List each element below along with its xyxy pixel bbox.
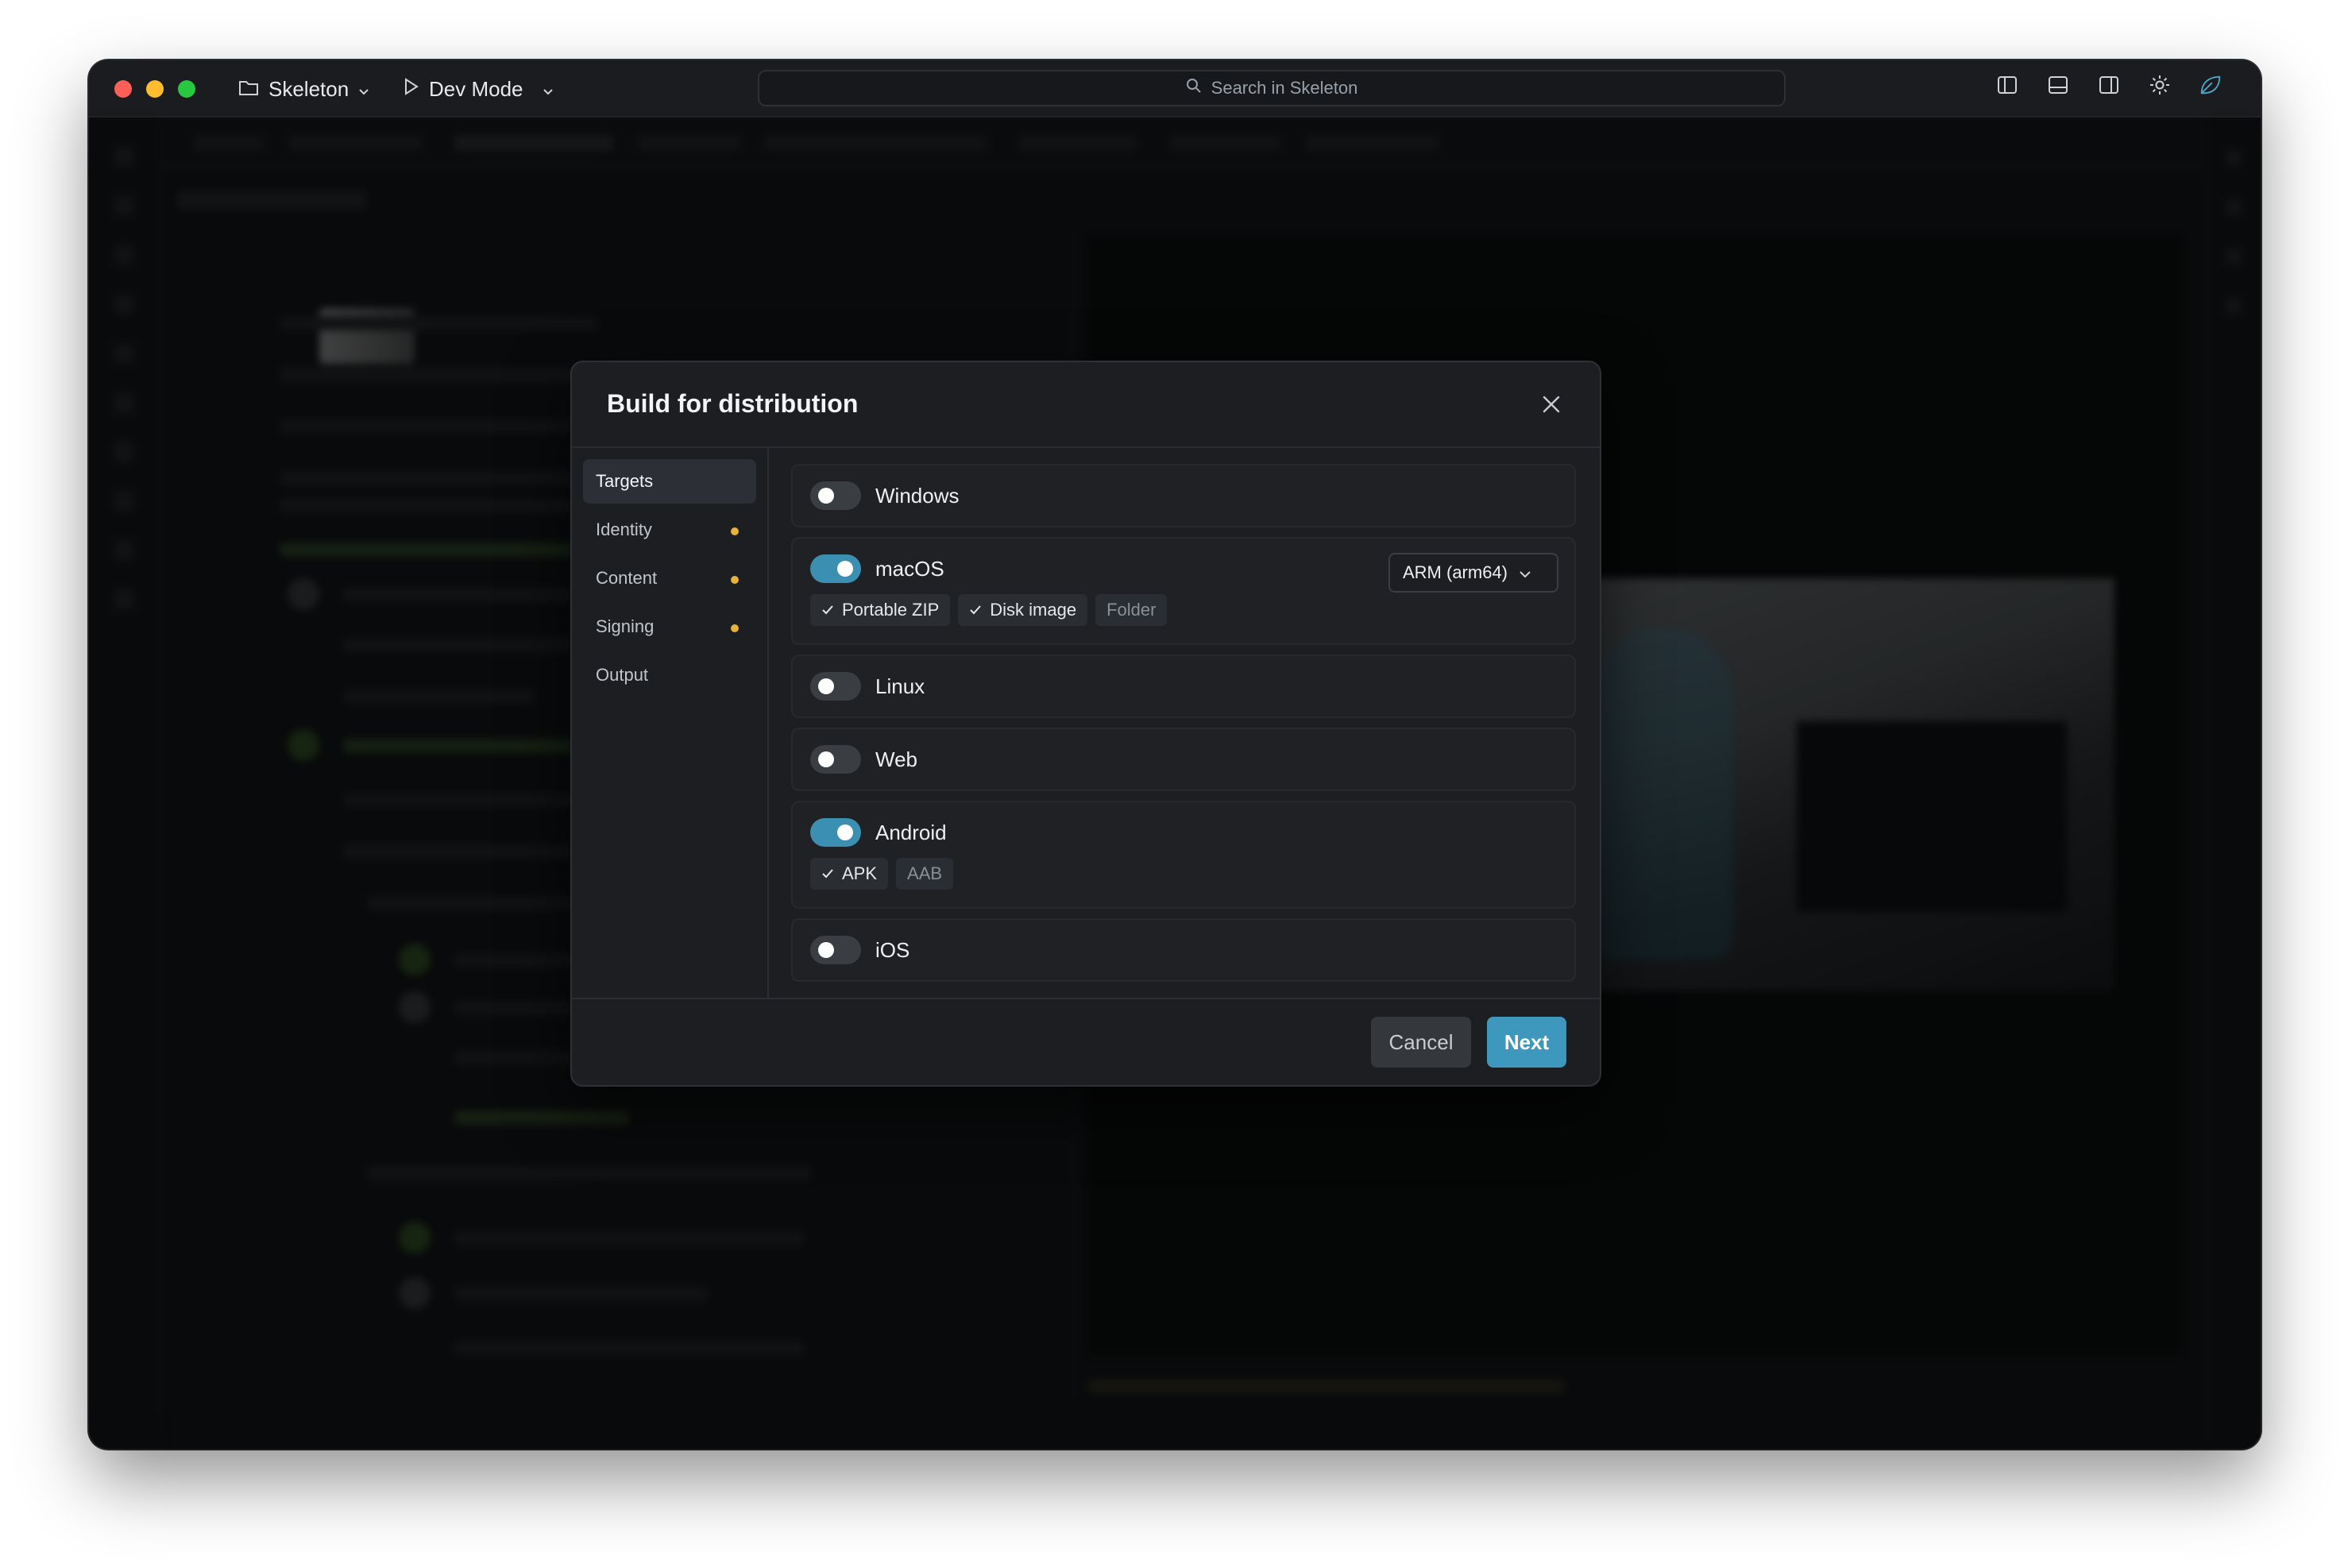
web-toggle[interactable] bbox=[810, 745, 861, 774]
dialog-steps: Targets Identity Content Signing Output bbox=[572, 448, 769, 998]
target-android: Android APK AAB bbox=[791, 801, 1576, 909]
next-button[interactable]: Next bbox=[1487, 1017, 1566, 1068]
target-macos: macOS ARM (arm64) Portable ZIP Disk imag… bbox=[791, 537, 1576, 645]
target-label: Linux bbox=[875, 674, 925, 698]
dialog-title: Build for distribution bbox=[607, 389, 859, 418]
format-label: APK bbox=[842, 863, 878, 883]
windows-toggle[interactable] bbox=[810, 481, 861, 510]
leaf-icon[interactable] bbox=[2199, 73, 2222, 97]
search-icon bbox=[1186, 78, 1202, 98]
step-output[interactable]: Output bbox=[583, 653, 756, 697]
step-label: Output bbox=[596, 665, 649, 685]
check-icon bbox=[821, 600, 834, 620]
chevron-down-icon bbox=[543, 77, 554, 102]
target-label: Android bbox=[875, 820, 947, 844]
target-label: iOS bbox=[875, 937, 910, 962]
target-label: Windows bbox=[875, 483, 960, 508]
ios-toggle[interactable] bbox=[810, 936, 861, 964]
targets-panel: Windows macOS ARM (arm64) Portable ZIP D… bbox=[770, 448, 1600, 998]
pending-dot-icon bbox=[731, 624, 739, 632]
target-linux: Linux bbox=[791, 655, 1576, 718]
macos-formats: Portable ZIP Disk image Folder bbox=[793, 594, 1574, 643]
target-label: macOS bbox=[875, 556, 944, 581]
close-window-button[interactable] bbox=[114, 80, 132, 98]
format-chip-apk[interactable]: APK bbox=[810, 858, 889, 890]
title-bar-actions bbox=[1995, 73, 2222, 97]
gear-icon[interactable] bbox=[2148, 73, 2172, 97]
chevron-down-icon bbox=[1519, 562, 1531, 583]
search-placeholder: Search in Skeleton bbox=[1211, 78, 1358, 98]
cancel-button[interactable]: Cancel bbox=[1371, 1017, 1471, 1068]
target-ios: iOS bbox=[791, 918, 1576, 982]
android-formats: APK AAB bbox=[793, 858, 1574, 907]
zoom-window-button[interactable] bbox=[178, 80, 195, 98]
step-content[interactable]: Content bbox=[583, 556, 756, 601]
search-input[interactable]: Search in Skeleton bbox=[758, 70, 1786, 106]
left-sidebar-toggle-icon[interactable] bbox=[1995, 73, 2019, 97]
android-toggle[interactable] bbox=[810, 818, 861, 847]
step-label: Identity bbox=[596, 519, 652, 539]
format-chip-disk-image[interactable]: Disk image bbox=[958, 594, 1088, 626]
project-selector[interactable]: Skeleton bbox=[238, 75, 369, 103]
run-mode-selector[interactable]: Dev Mode bbox=[404, 75, 554, 103]
format-label: AAB bbox=[907, 863, 943, 883]
folder-icon bbox=[238, 77, 259, 102]
step-label: Signing bbox=[596, 616, 655, 636]
architecture-value: ARM (arm64) bbox=[1403, 562, 1508, 582]
target-windows: Windows bbox=[791, 464, 1576, 527]
architecture-select[interactable]: ARM (arm64) bbox=[1388, 553, 1558, 593]
bottom-panel-toggle-icon[interactable] bbox=[2046, 73, 2070, 97]
step-signing[interactable]: Signing bbox=[583, 604, 756, 649]
check-icon bbox=[969, 600, 982, 620]
pending-dot-icon bbox=[731, 576, 739, 584]
format-label: Disk image bbox=[990, 600, 1077, 620]
play-icon bbox=[404, 77, 419, 102]
pending-dot-icon bbox=[731, 527, 739, 535]
step-identity[interactable]: Identity bbox=[583, 508, 756, 552]
format-label: Folder bbox=[1106, 600, 1157, 620]
step-label: Targets bbox=[596, 471, 654, 491]
dialog-footer: Cancel Next bbox=[572, 998, 1600, 1085]
right-sidebar-toggle-icon[interactable] bbox=[2097, 73, 2121, 97]
target-label: Web bbox=[875, 747, 917, 771]
chevron-down-icon bbox=[358, 77, 369, 102]
check-icon bbox=[821, 863, 834, 884]
format-chip-portable-zip[interactable]: Portable ZIP bbox=[810, 594, 951, 626]
step-targets[interactable]: Targets bbox=[583, 459, 756, 504]
build-dialog: Build for distribution Targets Identity … bbox=[570, 361, 1601, 1087]
linux-toggle[interactable] bbox=[810, 672, 861, 701]
format-label: Portable ZIP bbox=[842, 600, 940, 620]
dialog-header: Build for distribution bbox=[572, 362, 1600, 448]
step-label: Content bbox=[596, 568, 658, 588]
macos-toggle[interactable] bbox=[810, 554, 861, 583]
minimize-window-button[interactable] bbox=[146, 80, 164, 98]
run-mode-label: Dev Mode bbox=[429, 76, 523, 101]
title-bar: Skeleton Dev Mode Search in Skeleton bbox=[89, 60, 2261, 118]
format-chip-folder[interactable]: Folder bbox=[1095, 594, 1168, 626]
project-name: Skeleton bbox=[268, 76, 349, 101]
target-web: Web bbox=[791, 728, 1576, 791]
close-icon[interactable] bbox=[1538, 391, 1565, 418]
format-chip-aab[interactable]: AAB bbox=[896, 858, 954, 890]
